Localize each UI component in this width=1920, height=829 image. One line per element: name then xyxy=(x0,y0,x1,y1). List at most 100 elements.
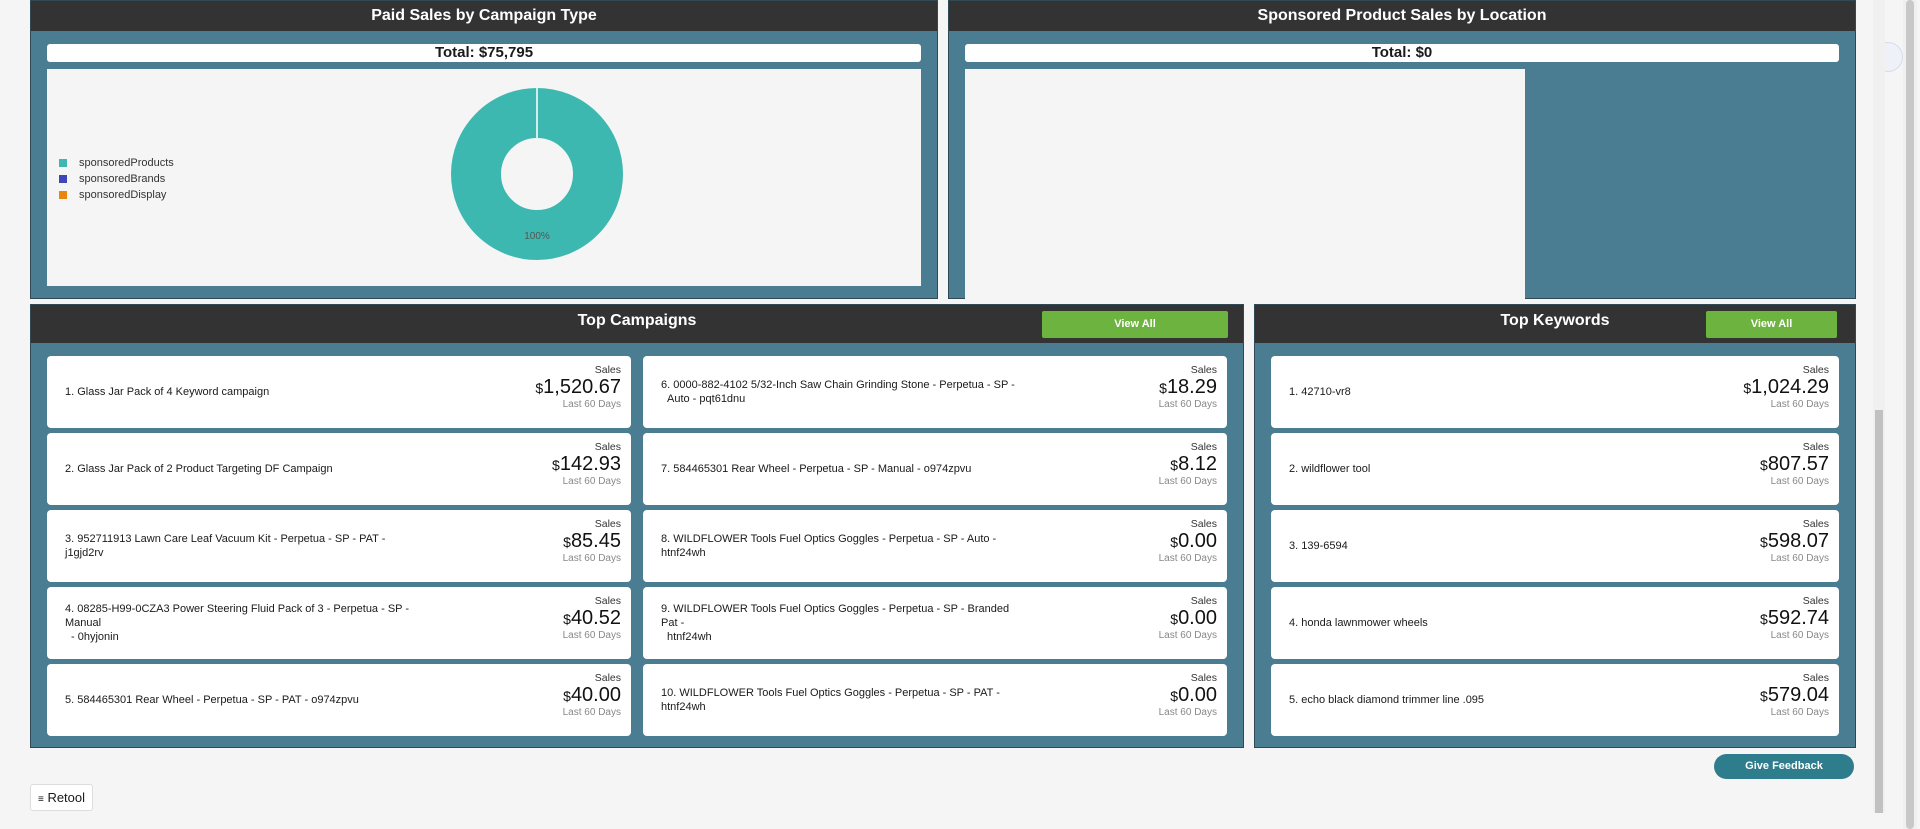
top-keywords-panel: Top Keywords View All 1. 42710-vr8 Sales $… xyxy=(1254,304,1856,748)
card-name: 3. 139-6594 xyxy=(1289,539,1348,553)
location-total: Total: $0 xyxy=(965,44,1839,62)
card-name-line: 3. 139-6594 xyxy=(1289,540,1348,552)
sales-card[interactable]: 9. WILDFLOWER Tools Fuel Optics Goggles … xyxy=(643,587,1227,659)
period-label: Last 60 Days xyxy=(562,630,621,641)
card-metric: Sales $1,024.29 Last 60 Days xyxy=(1743,364,1829,411)
card-metric: Sales $579.04 Last 60 Days xyxy=(1760,672,1829,719)
paid-sales-panel: Paid Sales by Campaign Type Total: $75,7… xyxy=(30,0,938,299)
sales-label: Sales xyxy=(1190,672,1217,684)
card-name-line: 2. Glass Jar Pack of 2 Product Targeting… xyxy=(65,463,333,475)
sales-card[interactable]: 6. 0000-882-4102 5/32-Inch Saw Chain Gri… xyxy=(643,356,1227,428)
card-metric: Sales $1,520.67 Last 60 Days xyxy=(535,364,621,411)
sales-amount: 40.00 xyxy=(570,684,621,706)
sales-amount: 1,024.29 xyxy=(1751,376,1829,398)
card-metric: Sales $0.00 Last 60 Days xyxy=(1159,595,1217,642)
sales-amount: 40.52 xyxy=(570,607,621,629)
sales-card[interactable]: 1. Glass Jar Pack of 4 Keyword campaign S… xyxy=(47,356,631,428)
sales-card[interactable]: 8. WILDFLOWER Tools Fuel Optics Goggles … xyxy=(643,510,1227,582)
period-label: Last 60 Days xyxy=(1158,553,1217,564)
sales-card[interactable]: 10. WILDFLOWER Tools Fuel Optics Goggles… xyxy=(643,664,1227,736)
location-map xyxy=(965,69,1525,299)
currency-symbol: $ xyxy=(1760,534,1768,550)
donut-chart: 100% xyxy=(451,88,623,260)
campaigns-view-all-button[interactable]: View All xyxy=(1042,311,1228,338)
sales-card[interactable]: 1. 42710-vr8 Sales $1,024.29 Last 60 Days xyxy=(1271,356,1839,428)
card-name: 7. 584465301 Rear Wheel - Perpetua - SP … xyxy=(661,462,971,476)
page-scrollbar-thumb[interactable] xyxy=(1906,0,1914,829)
give-feedback-button[interactable]: Give Feedback xyxy=(1714,754,1854,779)
location-title: Sponsored Product Sales by Location xyxy=(949,1,1855,31)
sales-label: Sales xyxy=(1802,441,1829,453)
period-label: Last 60 Days xyxy=(1158,630,1217,641)
sales-value: $85.45 xyxy=(563,530,621,553)
sales-amount: 0.00 xyxy=(1178,684,1217,706)
card-metric: Sales $8.12 Last 60 Days xyxy=(1159,441,1217,488)
sales-card[interactable]: 4. 08285-H99-0CZA3 Power Steering Fluid … xyxy=(47,587,631,659)
card-name: 4. honda lawnmower wheels xyxy=(1289,616,1428,630)
sales-card[interactable]: 5. echo black diamond trimmer line .095 S… xyxy=(1271,664,1839,736)
sales-card[interactable]: 4. honda lawnmower wheels Sales $592.74 Las… xyxy=(1271,587,1839,659)
card-name-line: 6. 0000-882-4102 5/32-Inch Saw Chain Gri… xyxy=(661,379,1015,391)
card-name: 3. 952711913 Lawn Care Leaf Vacuum Kit -… xyxy=(65,532,425,560)
sales-amount: 18.29 xyxy=(1166,376,1217,398)
sales-amount: 142.93 xyxy=(559,453,621,475)
sales-card[interactable]: 3. 952711913 Lawn Care Leaf Vacuum Kit -… xyxy=(47,510,631,582)
sales-card[interactable]: 2. wildflower tool Sales $807.57 Last 60 Da… xyxy=(1271,433,1839,505)
sales-value: $598.07 xyxy=(1760,530,1829,553)
sales-label: Sales xyxy=(594,364,621,376)
sales-label: Sales xyxy=(1190,364,1217,376)
period-label: Last 60 Days xyxy=(562,476,621,487)
card-name-line: 8. WILDFLOWER Tools Fuel Optics Goggles … xyxy=(661,533,997,559)
sales-label: Sales xyxy=(594,595,621,607)
sales-card[interactable]: 3. 139-6594 Sales $598.07 Last 60 Days xyxy=(1271,510,1839,582)
period-label: Last 60 Days xyxy=(1770,476,1829,487)
keywords-view-all-button[interactable]: View All xyxy=(1706,311,1837,338)
currency-symbol: $ xyxy=(1159,380,1167,396)
sales-label: Sales xyxy=(1190,518,1217,530)
card-name-line: 1. Glass Jar Pack of 4 Keyword campaign xyxy=(65,386,270,398)
sales-label: Sales xyxy=(1802,518,1829,530)
currency-symbol: $ xyxy=(535,380,544,396)
currency-symbol: $ xyxy=(1170,534,1179,550)
sales-amount: 1,520.67 xyxy=(543,376,621,398)
keywords-title: Top Keywords xyxy=(1500,312,1610,329)
inner-scrollbar-thumb[interactable] xyxy=(1875,410,1883,813)
card-name: 10. WILDFLOWER Tools Fuel Optics Goggles… xyxy=(661,686,1021,714)
card-name: 6. 0000-882-4102 5/32-Inch Saw Chain Gri… xyxy=(661,378,1015,406)
sales-value: $40.00 xyxy=(563,684,621,707)
sales-label: Sales xyxy=(594,441,621,453)
sales-value: $0.00 xyxy=(1159,607,1217,630)
card-name: 2. Glass Jar Pack of 2 Product Targeting… xyxy=(65,462,333,476)
sales-label: Sales xyxy=(1802,364,1829,376)
card-metric: Sales $807.57 Last 60 Days xyxy=(1760,441,1829,488)
sales-value: $0.00 xyxy=(1159,684,1217,707)
sales-value: $40.52 xyxy=(563,607,621,630)
currency-symbol: $ xyxy=(1743,380,1752,396)
currency-symbol: $ xyxy=(1170,611,1179,627)
currency-symbol: $ xyxy=(1170,457,1179,473)
card-metric: Sales $40.52 Last 60 Days xyxy=(563,595,621,642)
campaigns-title: Top Campaigns xyxy=(577,312,697,329)
donut-percent-label: 100% xyxy=(524,231,550,242)
sales-label: Sales xyxy=(594,518,621,530)
sales-value: $0.00 xyxy=(1159,530,1217,553)
paid-sales-total: Total: $75,795 xyxy=(47,44,921,62)
campaigns-header: Top Campaigns View All xyxy=(31,305,1243,343)
card-name-line: 7. 584465301 Rear Wheel - Perpetua - SP … xyxy=(661,463,972,475)
card-name: 1. 42710-vr8 xyxy=(1289,385,1351,399)
sales-amount: 598.07 xyxy=(1767,530,1829,552)
retool-badge[interactable]: ≡ Retool xyxy=(30,784,93,811)
period-label: Last 60 Days xyxy=(1770,399,1829,410)
currency-symbol: $ xyxy=(563,688,571,704)
retool-label: Retool xyxy=(47,790,86,805)
sales-card[interactable]: 5. 584465301 Rear Wheel - Perpetua - SP … xyxy=(47,664,631,736)
period-label: Last 60 Days xyxy=(562,707,621,718)
sales-amount: 85.45 xyxy=(570,530,621,552)
sales-card[interactable]: 2. Glass Jar Pack of 2 Product Targeting… xyxy=(47,433,631,505)
sales-value: $579.04 xyxy=(1760,684,1829,707)
card-name: 5. echo black diamond trimmer line .095 xyxy=(1289,693,1484,707)
currency-symbol: $ xyxy=(1760,688,1768,704)
paid-sales-chart: sponsoredProducts sponsoredBrands sponso… xyxy=(47,69,921,286)
period-label: Last 60 Days xyxy=(1158,476,1217,487)
sales-card[interactable]: 7. 584465301 Rear Wheel - Perpetua - SP … xyxy=(643,433,1227,505)
